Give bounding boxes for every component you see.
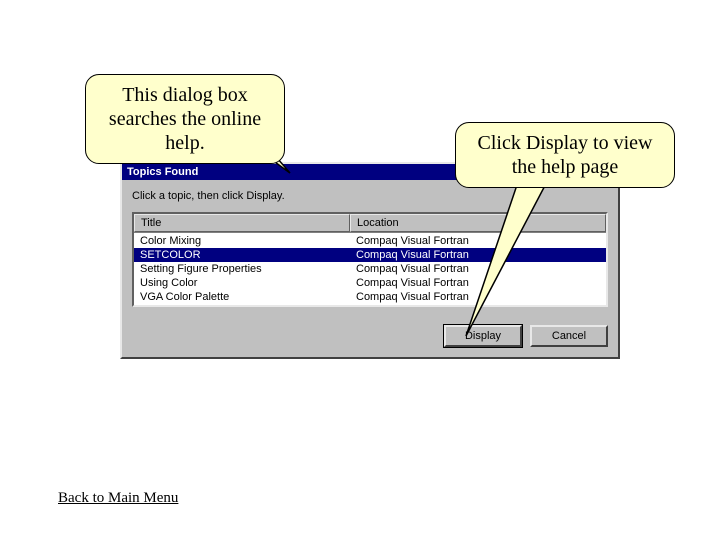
callout-text: This dialog box searches the online help… xyxy=(109,84,261,154)
list-item-title: Using Color xyxy=(134,276,350,290)
list-item-title: Color Mixing xyxy=(134,234,350,248)
callout-pointer-right xyxy=(460,174,620,344)
column-header-title[interactable]: Title xyxy=(134,214,350,232)
dialog-title: Topics Found xyxy=(127,166,198,178)
list-item-title: VGA Color Palette xyxy=(134,290,350,304)
callout-text: Click Display to view the help page xyxy=(478,132,653,178)
callout-click-display: Click Display to view the help page xyxy=(455,122,675,188)
back-to-main-menu-link[interactable]: Back to Main Menu xyxy=(58,490,178,507)
callout-search-help: This dialog box searches the online help… xyxy=(85,74,285,164)
list-item-title: SETCOLOR xyxy=(134,248,350,262)
list-item-title: Setting Figure Properties xyxy=(134,262,350,276)
